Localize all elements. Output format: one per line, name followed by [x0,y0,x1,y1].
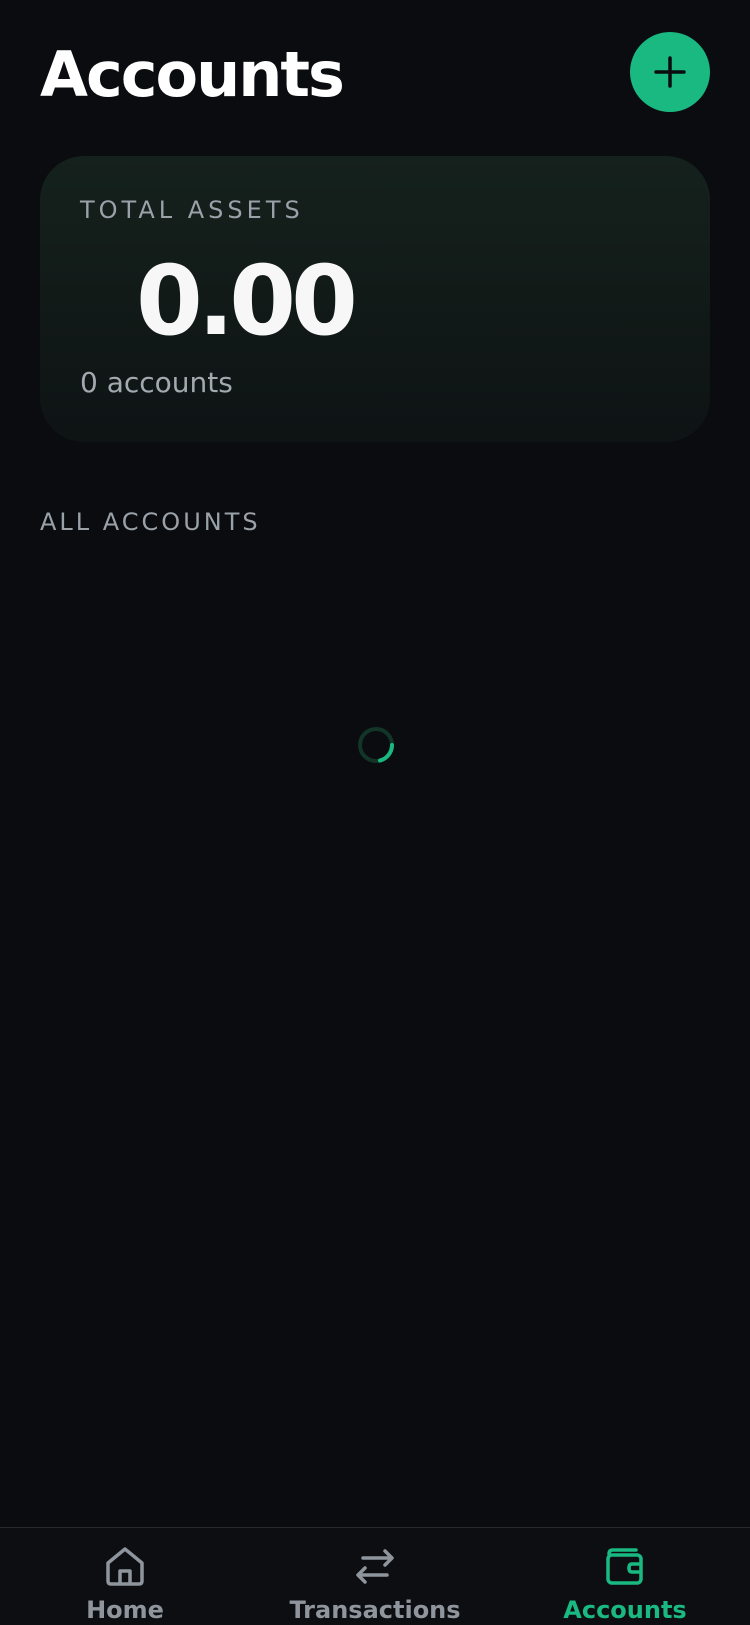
nav-label-accounts: Accounts [563,1596,687,1624]
accounts-count: 0 accounts [80,366,233,399]
nav-item-home[interactable]: Home [0,1528,250,1625]
home-icon [106,1547,144,1586]
total-assets-card: TOTAL ASSETS 0.00 0 accounts [40,156,710,442]
add-account-button[interactable] [630,32,710,112]
wallet-icon [606,1548,643,1585]
header: Accounts [40,28,710,118]
plus-icon [654,56,686,88]
nav-item-accounts[interactable]: Accounts [500,1528,750,1625]
total-assets-amount: 0.00 [136,245,358,357]
nav-label-transactions: Transactions [289,1596,461,1624]
loading-spinner-icon [358,727,394,763]
bottom-nav: Home Transactions Accounts [0,1527,750,1625]
page-title: Accounts [40,38,345,111]
nav-item-transactions[interactable]: Transactions [250,1528,500,1625]
section-title: ALL ACCOUNTS [40,508,261,536]
arrows-exchange-icon [356,1549,394,1584]
total-assets-label: TOTAL ASSETS [80,196,304,224]
nav-label-home: Home [86,1596,164,1624]
